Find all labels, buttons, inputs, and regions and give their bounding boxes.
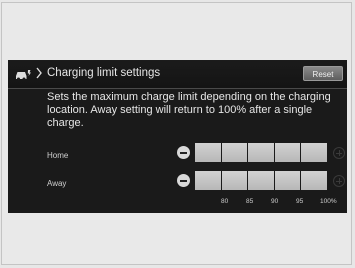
car-charging-icon: [16, 70, 31, 81]
home-slider-segment: [195, 143, 221, 162]
charging-limit-screen: Charging limit settings Reset Sets the m…: [8, 60, 347, 213]
home-slider-segment: [248, 143, 274, 162]
away-increase-button[interactable]: [333, 175, 345, 187]
header-bar: Charging limit settings Reset: [8, 60, 347, 89]
scale-label-80: 80: [221, 198, 229, 205]
away-slider-segment: [221, 171, 247, 190]
home-increase-button[interactable]: [333, 147, 345, 159]
scale-label-95: 95: [296, 198, 304, 205]
description-text: Sets the maximum charge limit depending …: [47, 91, 331, 129]
home-slider-segment: [221, 143, 247, 162]
away-decrease-button[interactable]: [177, 174, 190, 187]
away-label: Away: [47, 179, 67, 188]
home-slider-segment: [274, 143, 300, 162]
chevron-right-icon: [36, 67, 42, 79]
home-label: Home: [47, 151, 69, 160]
scale-label-90: 90: [271, 198, 279, 205]
away-slider-segment: [195, 171, 221, 190]
away-slider-segment: [301, 171, 327, 190]
page-title: Charging limit settings: [47, 67, 161, 79]
scale-label-100: 100%: [320, 198, 337, 205]
away-limit-slider[interactable]: [195, 171, 327, 190]
away-slider-segment: [274, 171, 300, 190]
reset-button[interactable]: Reset: [303, 66, 343, 81]
home-slider-segment: [301, 143, 327, 162]
home-limit-slider[interactable]: [195, 143, 327, 162]
scale-label-85: 85: [246, 198, 254, 205]
away-slider-segment: [248, 171, 274, 190]
home-decrease-button[interactable]: [177, 146, 190, 159]
